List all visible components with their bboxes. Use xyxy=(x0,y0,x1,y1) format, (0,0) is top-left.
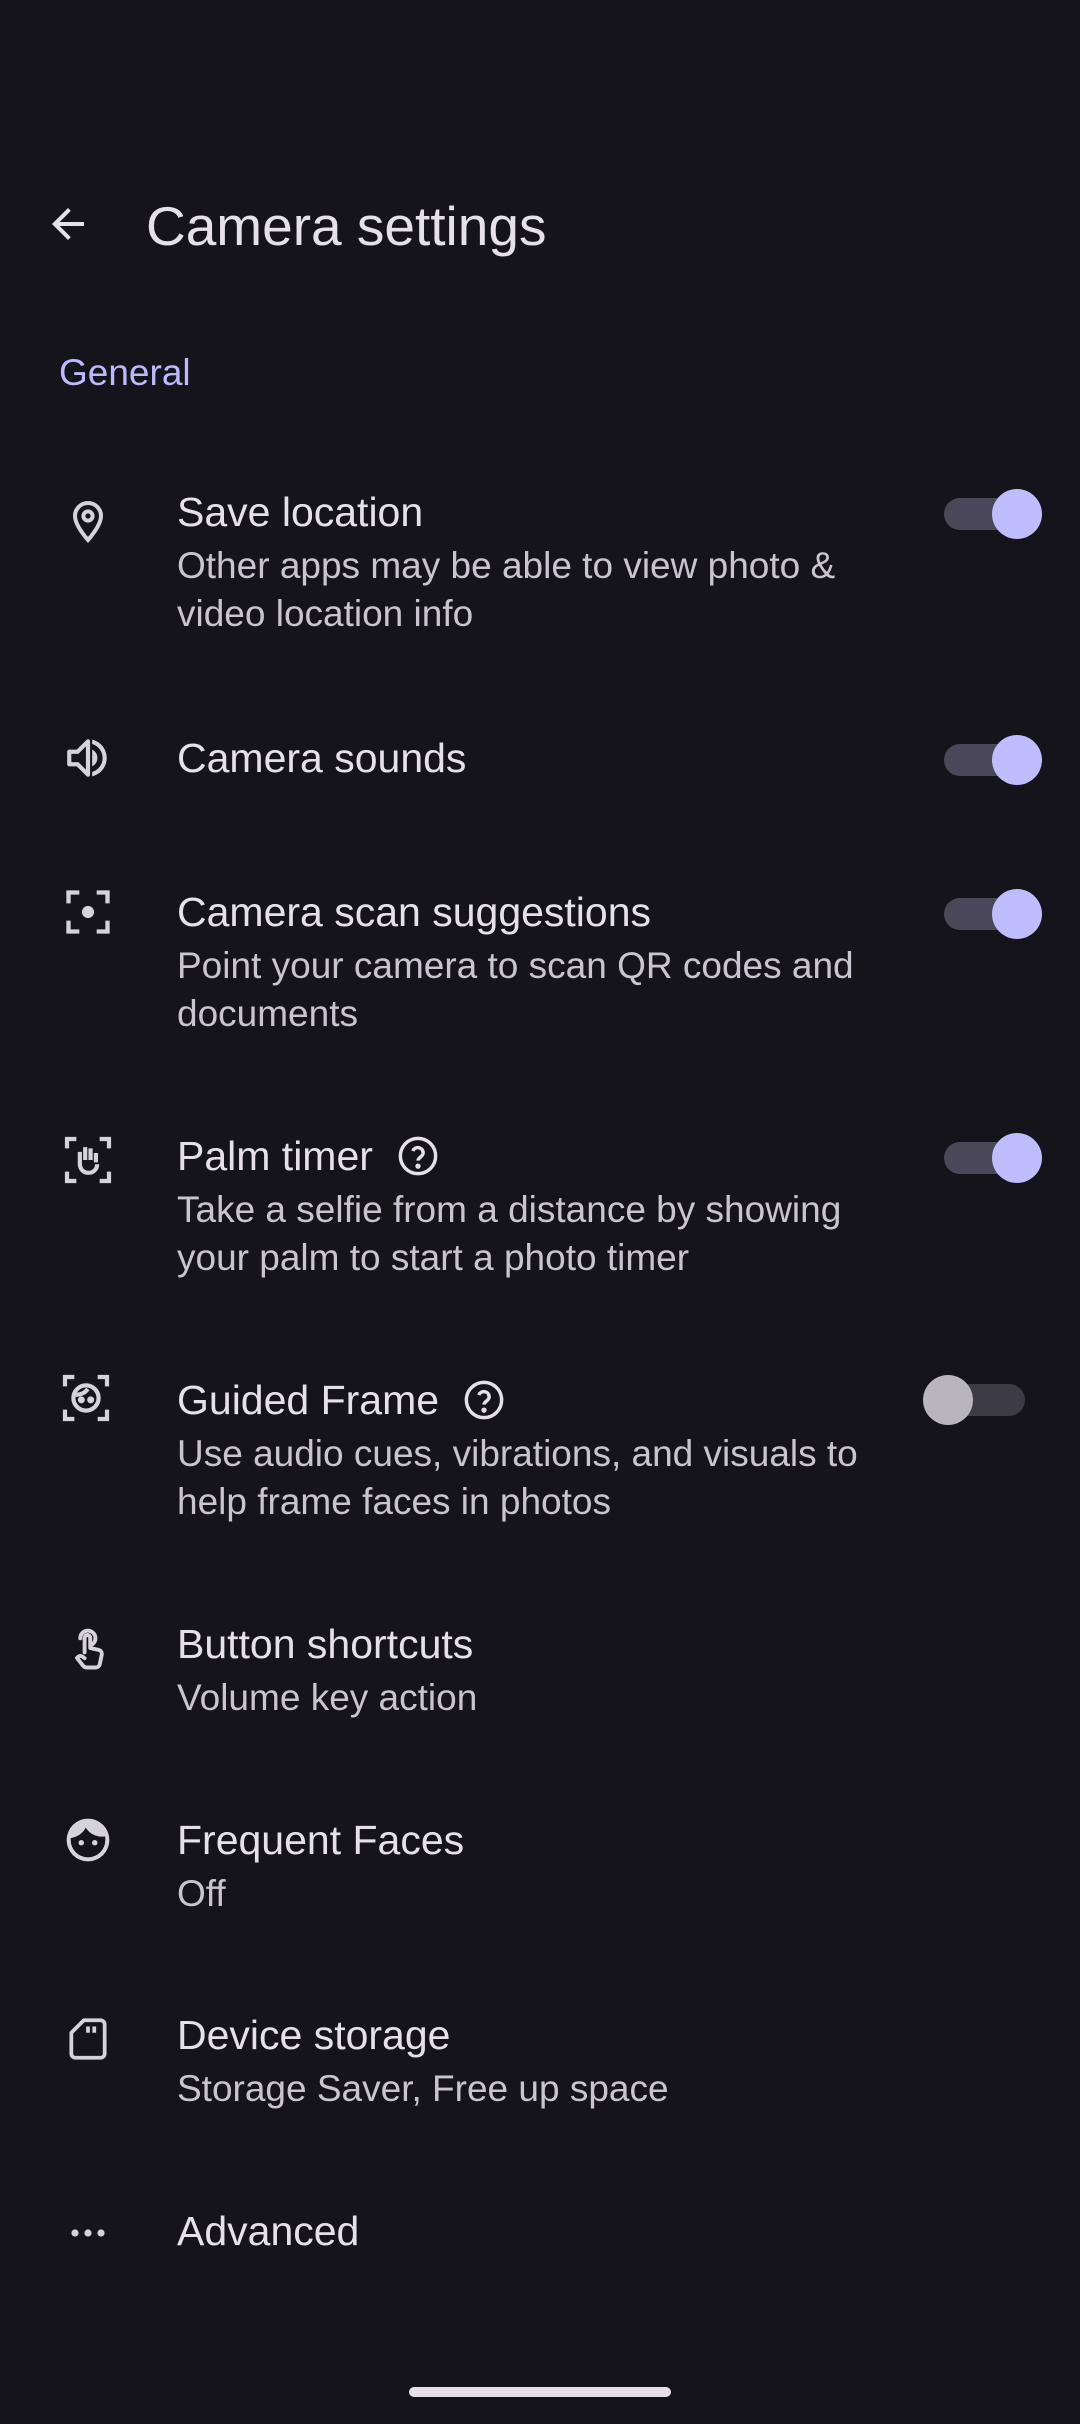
setting-title: Palm timer xyxy=(177,1133,373,1179)
camera-sounds-switch[interactable] xyxy=(940,730,1042,790)
setting-summary: Take a selfie from a distance by showing… xyxy=(177,1189,842,1278)
setting-summary: Use audio cues, vibrations, and visuals … xyxy=(177,1433,858,1522)
touch-icon xyxy=(52,1610,128,1686)
setting-camera-scan-suggestions[interactable]: Camera scan suggestions Point your camer… xyxy=(0,884,1080,1054)
palm-timer-help-button[interactable] xyxy=(395,1133,441,1179)
guided-frame-help-button[interactable] xyxy=(461,1377,507,1423)
setting-summary: Volume key action xyxy=(177,1677,478,1718)
more-horiz-icon xyxy=(50,2195,126,2271)
switch-thumb xyxy=(923,1375,973,1425)
face-icon xyxy=(50,1802,126,1878)
setting-save-location[interactable]: Save location Other apps may be able to … xyxy=(0,484,1080,654)
save-location-switch[interactable] xyxy=(940,484,1042,544)
help-icon xyxy=(464,1380,504,1420)
setting-guided-frame[interactable]: Guided Frame Use audio cues, vibrations,… xyxy=(0,1372,1080,1542)
setting-frequent-faces[interactable]: Frequent Faces Off xyxy=(0,1812,1080,1922)
setting-camera-sounds[interactable]: Camera sounds xyxy=(0,728,1080,788)
setting-title: Frequent Faces xyxy=(177,1817,465,1863)
setting-advanced[interactable]: Advanced xyxy=(0,2203,1080,2263)
switch-thumb xyxy=(992,889,1042,939)
switch-thumb xyxy=(992,489,1042,539)
arrow-back-icon xyxy=(52,208,84,240)
page-title: Camera settings xyxy=(146,195,547,257)
back-button[interactable] xyxy=(28,184,108,264)
setting-title: Camera scan suggestions xyxy=(177,889,652,935)
sd-card-icon xyxy=(50,2001,126,2077)
setting-title: Camera sounds xyxy=(177,735,467,781)
section-header-general: General xyxy=(59,352,191,393)
palm-frame-icon xyxy=(50,1122,126,1198)
setting-title: Device storage xyxy=(177,2012,451,2058)
setting-summary: Storage Saver, Free up space xyxy=(177,2068,669,2109)
help-icon xyxy=(398,1136,438,1176)
setting-title: Save location xyxy=(177,489,424,535)
speaker-icon xyxy=(50,720,126,796)
setting-palm-timer[interactable]: Palm timer Take a selfie from a distance… xyxy=(0,1128,1080,1298)
setting-device-storage[interactable]: Device storage Storage Saver, Free up sp… xyxy=(0,2007,1080,2117)
setting-summary: Other apps may be able to view photo & v… xyxy=(177,545,836,634)
setting-title: Button shortcuts xyxy=(177,1621,474,1667)
guided-frame-switch[interactable] xyxy=(923,1370,1025,1430)
palm-timer-switch[interactable] xyxy=(940,1128,1042,1188)
switch-thumb xyxy=(992,735,1042,785)
setting-summary: Off xyxy=(177,1873,226,1914)
setting-title: Guided Frame xyxy=(177,1377,440,1423)
face-frame-icon xyxy=(48,1360,124,1436)
setting-button-shortcuts[interactable]: Button shortcuts Volume key action xyxy=(0,1616,1080,1726)
location-pin-icon xyxy=(50,484,126,560)
app-bar: Camera settings xyxy=(0,170,1080,290)
scan-focus-icon xyxy=(50,874,126,950)
switch-thumb xyxy=(992,1133,1042,1183)
camera-scan-suggestions-switch[interactable] xyxy=(940,884,1042,944)
setting-title: Advanced xyxy=(177,2208,360,2254)
setting-summary: Point your camera to scan QR codes and d… xyxy=(177,945,854,1034)
gesture-nav-handle[interactable] xyxy=(409,2387,671,2397)
